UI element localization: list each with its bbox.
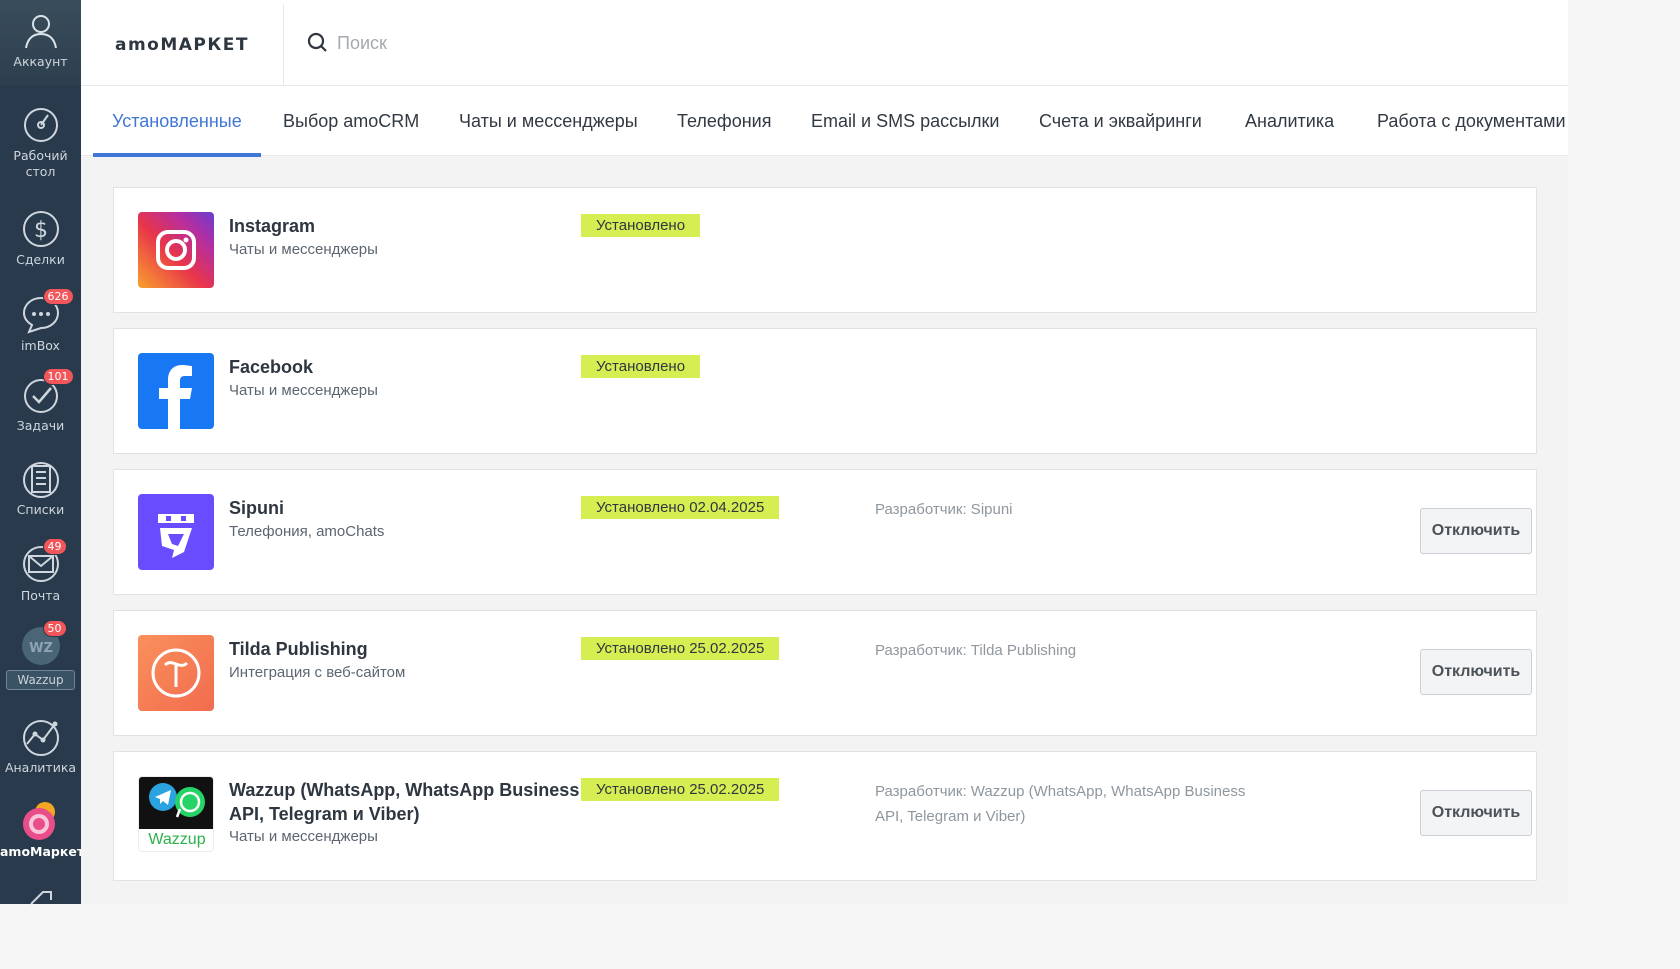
app-name-line1: Wazzup (WhatsApp, WhatsApp Business bbox=[229, 780, 580, 800]
facebook-icon bbox=[138, 353, 214, 429]
app-name: Facebook bbox=[229, 357, 314, 377]
sidebar-item-lists[interactable]: Списки bbox=[0, 458, 81, 518]
sidebar-item-account[interactable]: Аккаунт bbox=[0, 10, 81, 70]
category-tabs: Установленные Выбор amoCRM Чаты и мессен… bbox=[81, 86, 1568, 157]
wazzup-count-badge: 50 bbox=[42, 620, 67, 637]
lists-icon bbox=[21, 458, 61, 498]
sidebar-item-label: Почта bbox=[20, 588, 61, 603]
status-badge: Установлено bbox=[581, 355, 701, 378]
tab-email-sms[interactable]: Email и SMS рассылки bbox=[811, 86, 999, 156]
app-card-wazzup[interactable]: Wazzup Wazzup (WhatsApp, WhatsApp Busine… bbox=[113, 751, 1537, 881]
developer-label: Разработчик: Tilda Publishing bbox=[875, 642, 1077, 659]
disable-button[interactable]: Отключить bbox=[1420, 508, 1532, 554]
top-bar: amoМАРКЕТ bbox=[81, 0, 1568, 86]
imbox-count-badge: 626 bbox=[42, 288, 74, 305]
app-card-tilda[interactable]: Tilda Publishing Интеграция с веб-сайтом… bbox=[113, 610, 1537, 736]
app-category: Телефония, amoChats bbox=[229, 523, 385, 540]
sidebar-item-label: Сделки bbox=[16, 252, 65, 267]
disable-button[interactable]: Отключить bbox=[1420, 649, 1532, 695]
brand-title: amoМАРКЕТ bbox=[81, 4, 284, 86]
tab-documents[interactable]: Работа с документами bbox=[1377, 86, 1566, 156]
app-name: Tilda Publishing bbox=[229, 639, 368, 659]
sidebar-item-label: Списки bbox=[16, 502, 65, 517]
wrench-icon bbox=[21, 884, 61, 924]
sidebar-item-label: imBox bbox=[21, 338, 60, 353]
dashboard-icon bbox=[21, 104, 61, 144]
status-badge: Установлено bbox=[581, 214, 701, 237]
sidebar-item-label: Задачи bbox=[16, 418, 65, 433]
analytics-icon bbox=[21, 716, 61, 756]
installed-apps-list: Instagram Чаты и мессенджеры Установлено… bbox=[81, 157, 1568, 904]
status-badge: Установлено 25.02.2025 bbox=[581, 637, 780, 660]
developer-line2: API, Telegram и Viber) bbox=[875, 808, 1026, 825]
sidebar-item-analytics[interactable]: Аналитика bbox=[0, 716, 81, 776]
sidebar-item-label: Wazzup bbox=[6, 670, 75, 690]
app-category: Чаты и мессенджеры bbox=[229, 241, 378, 258]
app-card-sipuni[interactable]: Sipuni Телефония, amoChats Установлено 0… bbox=[113, 469, 1537, 595]
search-icon bbox=[307, 32, 327, 52]
search-box[interactable] bbox=[307, 32, 737, 54]
developer-line1: Разработчик: Wazzup (WhatsApp, WhatsApp … bbox=[875, 783, 1246, 800]
tilda-icon bbox=[138, 635, 214, 711]
sidebar-item-label: Аналитика bbox=[4, 760, 77, 775]
app-name: Wazzup (WhatsApp, WhatsApp Business API,… bbox=[229, 778, 579, 826]
sidebar-item-dashboard[interactable]: Рабочий стол bbox=[0, 104, 81, 180]
tasks-count-badge: 101 bbox=[42, 368, 74, 385]
instagram-icon bbox=[138, 212, 214, 288]
tab-invoices-acquiring[interactable]: Счета и эквайринги bbox=[1039, 86, 1202, 156]
mail-icon: 49 bbox=[21, 538, 67, 584]
search-input[interactable] bbox=[337, 32, 737, 54]
wazzup-app-icon: Wazzup bbox=[138, 776, 214, 852]
app-name-line2: API, Telegram и Viber) bbox=[229, 804, 420, 824]
sidebar-item-wazzup[interactable]: WZ 50 Wazzup bbox=[0, 620, 81, 690]
status-badge: Установлено 02.04.2025 bbox=[581, 496, 780, 519]
app-card-instagram[interactable]: Instagram Чаты и мессенджеры Установлено bbox=[113, 187, 1537, 313]
app-category: Чаты и мессенджеры bbox=[229, 828, 378, 845]
sidebar-item-label: Рабочий стол bbox=[13, 148, 68, 179]
status-badge: Установлено 25.02.2025 bbox=[581, 778, 780, 801]
disable-button[interactable]: Отключить bbox=[1420, 790, 1532, 836]
account-icon bbox=[21, 10, 61, 50]
mail-count-badge: 49 bbox=[42, 538, 67, 555]
sidebar-item-amomarket[interactable]: amoМаркет bbox=[0, 800, 85, 860]
tab-installed[interactable]: Установленные bbox=[93, 86, 261, 157]
sidebar-item-mail[interactable]: 49 Почта bbox=[0, 538, 81, 604]
tab-analytics[interactable]: Аналитика bbox=[1245, 86, 1334, 156]
sidebar: Аккаунт Рабочий стол $ Сделки 626 imBox … bbox=[0, 0, 85, 905]
tab-telephony[interactable]: Телефония bbox=[677, 86, 771, 156]
developer-label: Разработчик: Sipuni bbox=[875, 501, 1013, 518]
wazzup-icon-text: WZ bbox=[29, 641, 53, 656]
sidebar-item-settings[interactable] bbox=[0, 884, 81, 928]
sidebar-item-label: amoМаркет bbox=[0, 844, 85, 859]
app-card-facebook[interactable]: Facebook Чаты и мессенджеры Установлено bbox=[113, 328, 1537, 454]
developer-label: Разработчик: Wazzup (WhatsApp, WhatsApp … bbox=[875, 779, 1265, 829]
sidebar-item-label: Аккаунт bbox=[13, 54, 68, 69]
app-name: Instagram bbox=[229, 216, 316, 236]
amomarket-icon bbox=[21, 800, 61, 840]
deals-icon: $ bbox=[21, 208, 61, 248]
wazzup-icon: WZ 50 bbox=[21, 620, 67, 666]
sipuni-icon bbox=[138, 494, 214, 570]
sidebar-item-deals[interactable]: $ Сделки bbox=[0, 208, 81, 268]
app-category: Чаты и мессенджеры bbox=[229, 382, 378, 399]
tab-chats-messengers[interactable]: Чаты и мессенджеры bbox=[459, 86, 638, 156]
svg-text:$: $ bbox=[34, 218, 48, 243]
tasks-icon: 101 bbox=[21, 368, 74, 414]
chat-icon: 626 bbox=[21, 288, 74, 334]
sidebar-item-imbox[interactable]: 626 imBox bbox=[0, 288, 81, 354]
app-category: Интеграция с веб-сайтом bbox=[229, 664, 406, 681]
app-name: Sipuni bbox=[229, 498, 284, 518]
sidebar-item-tasks[interactable]: 101 Задачи bbox=[0, 368, 81, 434]
tab-choose-amocrm[interactable]: Выбор amoCRM bbox=[283, 86, 419, 156]
wazzup-logo-text: Wazzup bbox=[148, 831, 206, 848]
